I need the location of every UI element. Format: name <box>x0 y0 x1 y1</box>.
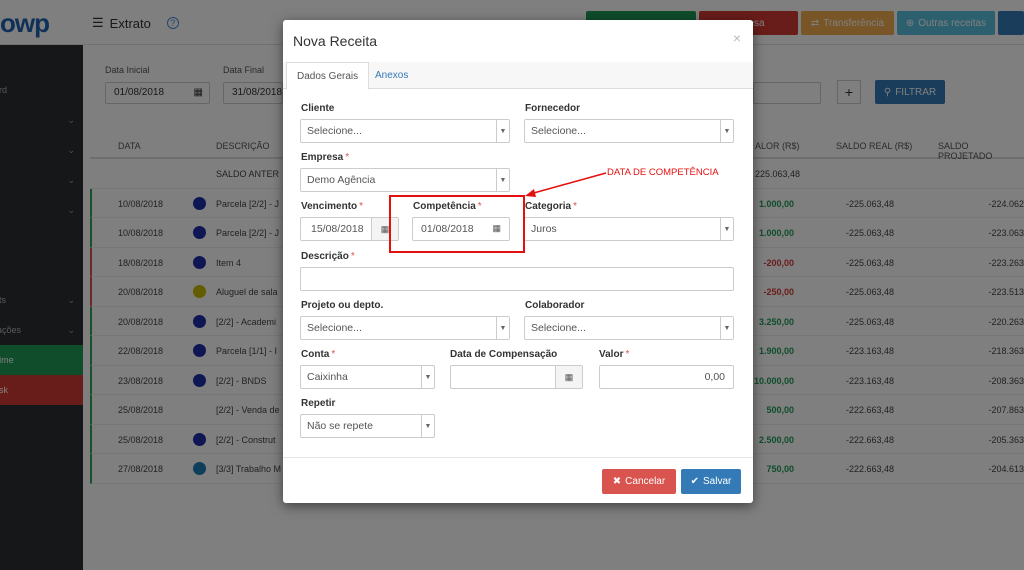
chevron-down-icon: ▼ <box>496 120 509 142</box>
projeto-select[interactable]: Selecione... ▼ <box>300 316 510 340</box>
valor-label: Valor * <box>599 349 630 360</box>
chevron-down-icon: ▼ <box>720 120 733 142</box>
categoria-label: Categoria * <box>525 201 578 212</box>
cancel-button[interactable]: ✖ Cancelar <box>602 469 676 494</box>
fornecedor-label: Fornecedor <box>525 103 581 114</box>
projeto-label: Projeto ou depto. <box>301 300 384 311</box>
repetir-select[interactable]: Não se repete ▼ <box>300 414 435 438</box>
descricao-label: Descrição * <box>301 251 355 262</box>
vencimento-label: Vencimento * <box>301 201 364 212</box>
repetir-label: Repetir <box>301 398 336 409</box>
fornecedor-select[interactable]: Selecione... ▼ <box>524 119 734 143</box>
chevron-down-icon: ▼ <box>421 366 434 388</box>
conta-select[interactable]: Caixinha ▼ <box>300 365 435 389</box>
vencimento-input[interactable]: 15/08/2018 ▦ <box>300 217 399 241</box>
cliente-select[interactable]: Selecione... ▼ <box>300 119 510 143</box>
chevron-down-icon: ▼ <box>496 169 509 191</box>
compensacao-input[interactable]: ▦ <box>450 365 583 389</box>
empresa-label: Empresa * <box>301 152 350 163</box>
annotation-arrow-icon <box>525 172 607 197</box>
empresa-select[interactable]: Demo Agência ▼ <box>300 168 510 192</box>
descricao-input[interactable] <box>300 267 734 291</box>
chevron-down-icon: ▼ <box>720 218 733 240</box>
calendar-icon: ▦ <box>555 366 582 388</box>
close-icon[interactable]: × <box>733 30 741 46</box>
chevron-down-icon: ▼ <box>421 415 434 437</box>
cliente-label: Cliente <box>301 103 335 114</box>
compensacao-label: Data de Compensação <box>450 349 558 360</box>
check-icon: ✔ <box>690 476 700 487</box>
chevron-down-icon: ▼ <box>720 317 733 339</box>
modal-tabs: Dados Gerais Anexos <box>283 62 753 90</box>
tab-anexos[interactable]: Anexos <box>365 62 418 90</box>
save-button[interactable]: ✔ Salvar <box>681 469 741 494</box>
chevron-down-icon: ▼ <box>496 317 509 339</box>
tab-dados-gerais[interactable]: Dados Gerais <box>286 62 370 90</box>
categoria-select[interactable]: Juros ▼ <box>524 217 734 241</box>
colaborador-label: Colaborador <box>525 300 585 311</box>
new-income-modal: Nova Receita × Dados Gerais Anexos Clien… <box>283 20 753 503</box>
valor-input[interactable]: 0,00 <box>599 365 734 389</box>
annotation-highlight-box <box>389 195 525 253</box>
conta-label: Conta * <box>301 349 336 360</box>
modal-title: Nova Receita <box>293 33 378 49</box>
close-icon: ✖ <box>612 476 622 487</box>
colaborador-select[interactable]: Selecione... ▼ <box>524 316 734 340</box>
annotation-label: DATA DE COMPETÊNCIA <box>607 167 719 178</box>
modal-footer-divider <box>283 457 753 458</box>
